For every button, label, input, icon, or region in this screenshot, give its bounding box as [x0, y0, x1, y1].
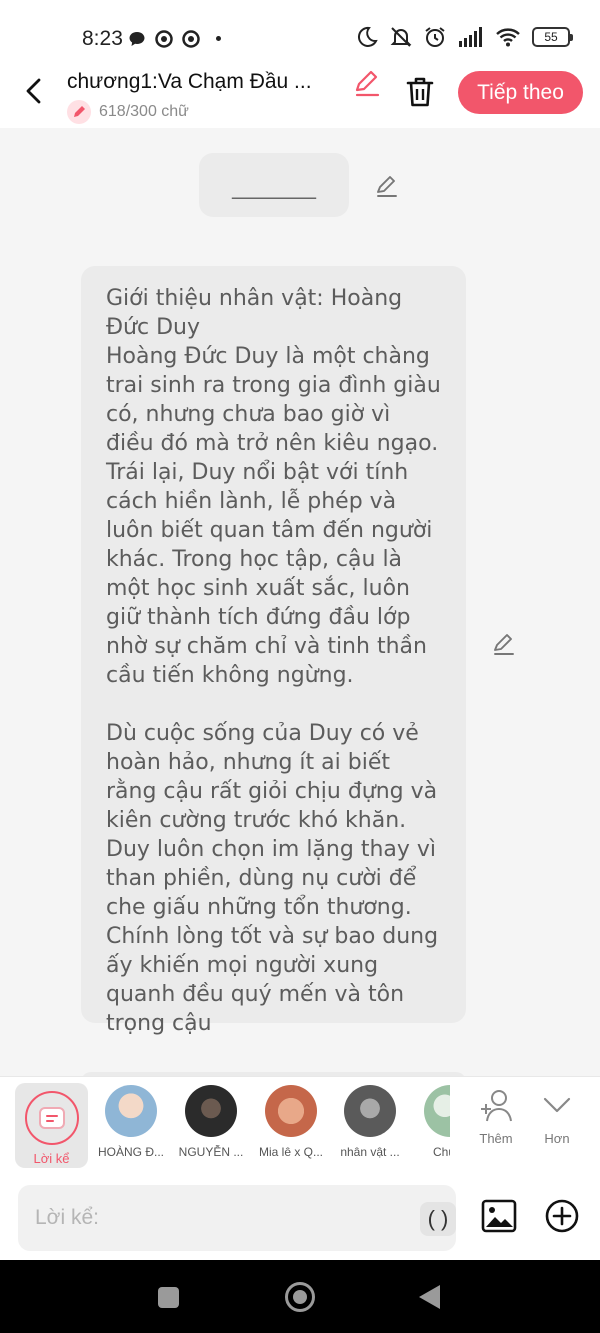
avatar — [344, 1085, 396, 1137]
more-label: Hơn — [544, 1131, 570, 1146]
chat-bubble-icon — [129, 32, 145, 46]
narrator-icon — [25, 1091, 79, 1145]
editor-header: chương1:Va Chạm Đầu ... 618/300 chữ Tiếp… — [0, 68, 600, 128]
character-bar: Lời kể HOÀNG Đ... NGUYỄN ... Mia lê x Q.… — [0, 1076, 600, 1174]
recents-button[interactable] — [158, 1287, 179, 1308]
status-bar: 8:23 55 — [0, 0, 600, 68]
home-button[interactable] — [285, 1282, 315, 1312]
character-name: Chủ N — [432, 1145, 450, 1159]
story-content[interactable]: ________ Giới thiệu nhân vật: Hoàng Đức … — [0, 128, 600, 1076]
composer-bar: Lời kể: ( ) — [0, 1174, 600, 1260]
avatar — [185, 1085, 237, 1137]
edit-title-icon[interactable] — [352, 68, 382, 98]
chevron-down-icon — [543, 1097, 571, 1113]
avatar — [105, 1085, 157, 1137]
character-item-clip: Chủ N — [410, 1077, 450, 1174]
character-name: NGUYỄN ... — [178, 1145, 244, 1159]
chrome-icon — [155, 30, 173, 48]
back-button[interactable] — [419, 1285, 440, 1309]
notification-icons — [128, 30, 200, 48]
narration-text: Giới thiệu nhân vật: Hoàng Đức Duy Hoàng… — [106, 286, 441, 1036]
add-character-label: Thêm — [479, 1131, 513, 1146]
character-item[interactable]: nhân vật ... — [330, 1085, 410, 1159]
pencil-icon — [67, 100, 91, 124]
add-person-icon — [481, 1090, 512, 1122]
avatar — [265, 1085, 317, 1137]
word-count-row: 618/300 chữ — [67, 100, 189, 124]
character-item[interactable]: Mia lê x Q... — [251, 1085, 331, 1159]
more-button[interactable]: Hơn — [532, 1087, 582, 1146]
trash-icon[interactable] — [405, 76, 435, 108]
edit-heading-icon[interactable] — [374, 173, 400, 199]
character-name: Mia lê x Q... — [258, 1145, 323, 1159]
character-name: HOÀNG Đ... — [97, 1145, 164, 1159]
narration-input[interactable]: Lời kể: ( ) — [18, 1185, 456, 1251]
input-placeholder: Lời kể: — [35, 1206, 99, 1229]
character-item[interactable]: Chủ N — [410, 1085, 450, 1159]
parentheses-button[interactable]: ( ) — [420, 1202, 456, 1236]
chapter-title[interactable]: chương1:Va Chạm Đầu ... — [67, 70, 349, 94]
add-icon[interactable] — [545, 1199, 579, 1233]
wifi-icon — [496, 28, 520, 47]
chapter-heading-box[interactable]: ________ — [199, 153, 349, 217]
narrator-label: Lời kể — [33, 1151, 70, 1166]
signal-icon — [459, 27, 482, 47]
bell-off-icon — [390, 27, 412, 47]
status-time: 8:23 — [82, 27, 123, 50]
narrator-selector[interactable]: Lời kể — [15, 1083, 88, 1168]
avatar — [424, 1085, 450, 1137]
status-dot — [216, 36, 221, 41]
back-arrow-icon[interactable] — [18, 74, 50, 108]
edit-message-icon[interactable] — [491, 631, 517, 657]
add-character-button[interactable]: Thêm — [471, 1087, 521, 1146]
character-item[interactable]: NGUYỄN ... — [171, 1085, 251, 1159]
narration-message[interactable]: Giới thiệu nhân vật: Hoàng Đức Duy Hoàng… — [81, 266, 466, 1036]
chrome-icon — [182, 30, 200, 48]
character-item[interactable]: HOÀNG Đ... — [91, 1085, 171, 1159]
alarm-icon — [425, 27, 445, 47]
character-name: nhân vật ... — [340, 1145, 400, 1159]
image-icon[interactable] — [481, 1198, 517, 1234]
battery-indicator: 55 — [532, 27, 573, 47]
system-icons: 55 — [356, 26, 573, 48]
moon-icon — [357, 26, 378, 47]
word-count: 618/300 chữ — [99, 103, 189, 120]
next-button[interactable]: Tiếp theo — [458, 71, 583, 114]
chapter-heading-placeholder: ________ — [232, 175, 316, 199]
system-nav-bar — [0, 1260, 600, 1333]
